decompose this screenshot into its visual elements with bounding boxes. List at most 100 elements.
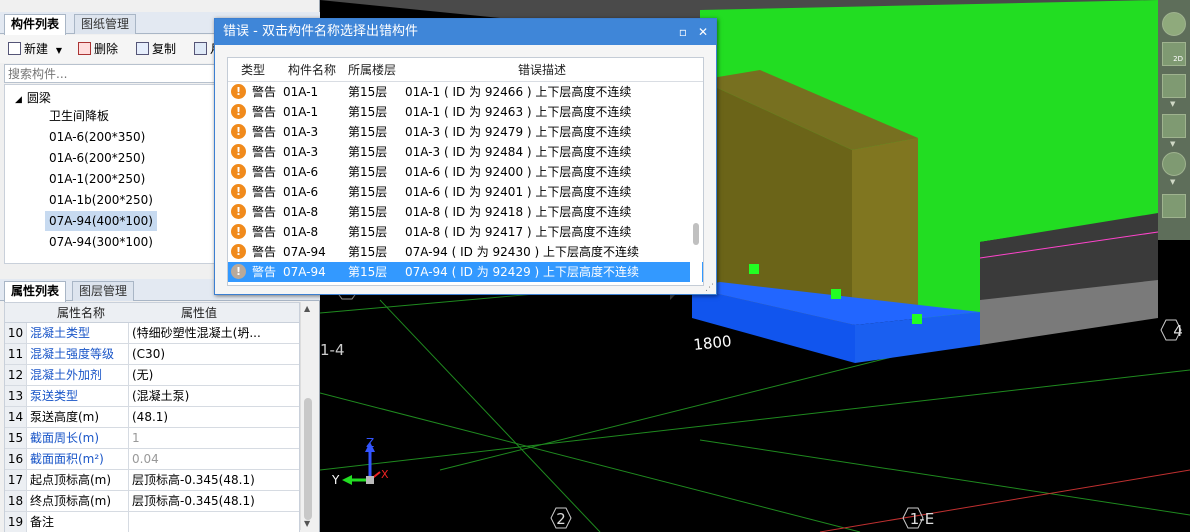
error-component-name[interactable]: 01A-3: [283, 142, 318, 162]
column-header-description[interactable]: 错误描述: [518, 58, 566, 82]
warning-icon: !: [231, 224, 246, 239]
error-row[interactable]: ! 警告 07A-94 第15层 07A-94 ( ID 为 92430 ) 上下层高度…: [228, 242, 703, 262]
chevron-down-icon[interactable]: ▼: [1170, 178, 1175, 186]
error-list-scrollbar[interactable]: [690, 83, 702, 285]
error-type: 警告: [252, 185, 277, 199]
property-value[interactable]: 1: [128, 428, 268, 448]
property-value[interactable]: (混凝土泵): [128, 386, 268, 406]
property-scrollbar[interactable]: ▲ ▼: [300, 302, 315, 530]
tree-item-selected[interactable]: 07A-94(400*100): [45, 211, 157, 231]
property-name: 泵送高度(m): [30, 410, 100, 424]
layers-icon[interactable]: [1162, 194, 1186, 218]
tab-layer-management[interactable]: 图层管理: [72, 281, 135, 301]
view-cube-iso-icon[interactable]: [1162, 74, 1186, 98]
close-icon[interactable]: ✕: [694, 19, 712, 45]
error-component-name[interactable]: 01A-8: [283, 202, 318, 222]
copy-button[interactable]: 复制: [136, 40, 176, 58]
error-row-selected[interactable]: ! 警告 07A-94 第15层 07A-94 ( ID 为 92429 ) 上下层高度…: [228, 262, 703, 282]
error-type: 警告: [252, 145, 277, 159]
property-value[interactable]: 层顶标高-0.345(48.1): [128, 491, 268, 511]
error-type: 警告: [252, 125, 277, 139]
property-value[interactable]: (48.1): [128, 407, 268, 427]
error-floor: 第15层: [348, 185, 388, 199]
rotate-icon[interactable]: [1162, 152, 1186, 176]
tree-item[interactable]: 07A-94(300*100): [45, 232, 157, 252]
error-component-name[interactable]: 07A-94: [283, 242, 326, 262]
tree-item[interactable]: 01A-1b(200*250): [45, 190, 157, 210]
axis-label: 1-4: [320, 341, 345, 359]
view-2d-button[interactable]: 2D: [1162, 42, 1186, 66]
tree-item[interactable]: 01A-6(200*250): [45, 148, 149, 168]
grip-point[interactable]: [831, 289, 841, 299]
chevron-down-icon[interactable]: ▼: [1170, 140, 1175, 148]
property-row[interactable]: 18 终点顶标高(m) 层顶标高-0.345(48.1): [5, 491, 299, 512]
error-row[interactable]: ! 警告 01A-3 第15层 01A-3 ( ID 为 92479 ) 上下层高度不连…: [228, 122, 703, 142]
globe-icon[interactable]: [1162, 12, 1186, 36]
property-name: 截面周长(m): [30, 431, 100, 445]
property-value[interactable]: 层顶标高-0.345(48.1): [128, 470, 268, 490]
scrollbar-thumb[interactable]: [304, 398, 312, 520]
scroll-down-icon[interactable]: ▼: [304, 519, 310, 528]
chevron-down-icon[interactable]: ▼: [1170, 100, 1175, 108]
tree-item[interactable]: 01A-6(200*350): [45, 127, 149, 147]
dialog-titlebar[interactable]: 错误 - 双击构件名称选择出错构件 ▫ ✕: [215, 19, 716, 45]
error-component-name[interactable]: 01A-8: [283, 222, 318, 242]
property-row[interactable]: 14 泵送高度(m) (48.1): [5, 407, 299, 428]
error-floor: 第15层: [348, 225, 388, 239]
property-value[interactable]: [128, 512, 268, 532]
error-component-name[interactable]: 07A-94: [283, 262, 326, 282]
error-row[interactable]: ! 警告 01A-6 第15层 01A-6 ( ID 为 92401 ) 上下层高度不连…: [228, 182, 703, 202]
property-row[interactable]: 11 混凝土强度等级 (C30): [5, 344, 299, 365]
property-value[interactable]: (C30): [128, 344, 268, 364]
resize-grip-icon[interactable]: ⋰: [705, 283, 714, 293]
column-header-type[interactable]: 类型: [241, 58, 265, 82]
error-rows: ! 警告 01A-1 第15层 01A-1 ( ID 为 92466 ) 上下层高度不连…: [228, 82, 703, 282]
new-document-icon: [8, 42, 21, 55]
error-row[interactable]: ! 警告 01A-8 第15层 01A-8 ( ID 为 92418 ) 上下层高度不连…: [228, 202, 703, 222]
grip-point[interactable]: [912, 314, 922, 324]
collapse-triangle-icon[interactable]: ◢: [15, 95, 22, 105]
error-list: 类型 构件名称 所属楼层 错误描述 ! 警告 01A-1 第15层 01A-1 ( ID…: [227, 57, 704, 286]
error-dialog: 错误 - 双击构件名称选择出错构件 ▫ ✕ 类型 构件名称 所属楼层 错误描述 …: [214, 18, 717, 295]
property-row-number: 11: [5, 344, 27, 364]
error-row[interactable]: ! 警告 01A-1 第15层 01A-1 ( ID 为 92463 ) 上下层高度不连…: [228, 102, 703, 122]
copy-button-label: 复制: [152, 42, 177, 56]
property-value[interactable]: 0.04: [128, 449, 268, 469]
property-row[interactable]: 10 混凝土类型 (特细砂塑性混凝土(坍...: [5, 323, 299, 344]
error-component-name[interactable]: 01A-1: [283, 82, 318, 102]
property-row[interactable]: 13 泵送类型 (混凝土泵): [5, 386, 299, 407]
tree-item[interactable]: 01A-1(200*250): [45, 169, 149, 189]
property-value[interactable]: (特细砂塑性混凝土(坍...: [128, 323, 268, 343]
error-component-name[interactable]: 01A-6: [283, 182, 318, 202]
error-component-name[interactable]: 01A-1: [283, 102, 318, 122]
property-row[interactable]: 16 截面面积(m²) 0.04: [5, 449, 299, 470]
error-floor: 第15层: [348, 85, 388, 99]
column-header-component-name[interactable]: 构件名称: [288, 58, 336, 82]
property-value[interactable]: (无): [128, 365, 268, 385]
error-component-name[interactable]: 01A-6: [283, 162, 318, 182]
restore-icon[interactable]: ▫: [674, 19, 692, 45]
property-row[interactable]: 17 起点顶标高(m) 层顶标高-0.345(48.1): [5, 470, 299, 491]
tree-item[interactable]: 卫生间降板: [45, 106, 113, 126]
scroll-up-icon[interactable]: ▲: [304, 304, 310, 313]
delete-button[interactable]: 删除: [78, 40, 118, 58]
tree-root-ring-beam[interactable]: ◢ 圆梁: [15, 89, 51, 107]
property-row[interactable]: 15 截面周长(m) 1: [5, 428, 299, 449]
chevron-down-icon[interactable]: ▼: [56, 46, 62, 55]
tab-component-list[interactable]: 构件列表: [4, 14, 67, 35]
error-component-name[interactable]: 01A-3: [283, 122, 318, 142]
property-row[interactable]: 19 备注: [5, 512, 299, 532]
tab-drawing-management[interactable]: 图纸管理: [74, 14, 137, 34]
error-row[interactable]: ! 警告 01A-1 第15层 01A-1 ( ID 为 92466 ) 上下层高度不连…: [228, 82, 703, 102]
error-row[interactable]: ! 警告 01A-3 第15层 01A-3 ( ID 为 92484 ) 上下层高度不连…: [228, 142, 703, 162]
error-row[interactable]: ! 警告 01A-6 第15层 01A-6 ( ID 为 92400 ) 上下层高度不连…: [228, 162, 703, 182]
property-row[interactable]: 12 混凝土外加剂 (无): [5, 365, 299, 386]
scrollbar-thumb[interactable]: [693, 223, 699, 245]
view-cube-icon[interactable]: [1162, 114, 1186, 138]
column-header-floor[interactable]: 所属楼层: [348, 58, 396, 82]
new-button[interactable]: 新建 ▼: [8, 40, 62, 58]
property-name: 混凝土类型: [30, 326, 91, 340]
grip-point[interactable]: [749, 264, 759, 274]
tab-property-list[interactable]: 属性列表: [4, 281, 67, 302]
error-row[interactable]: ! 警告 01A-8 第15层 01A-8 ( ID 为 92417 ) 上下层高度不连…: [228, 222, 703, 242]
